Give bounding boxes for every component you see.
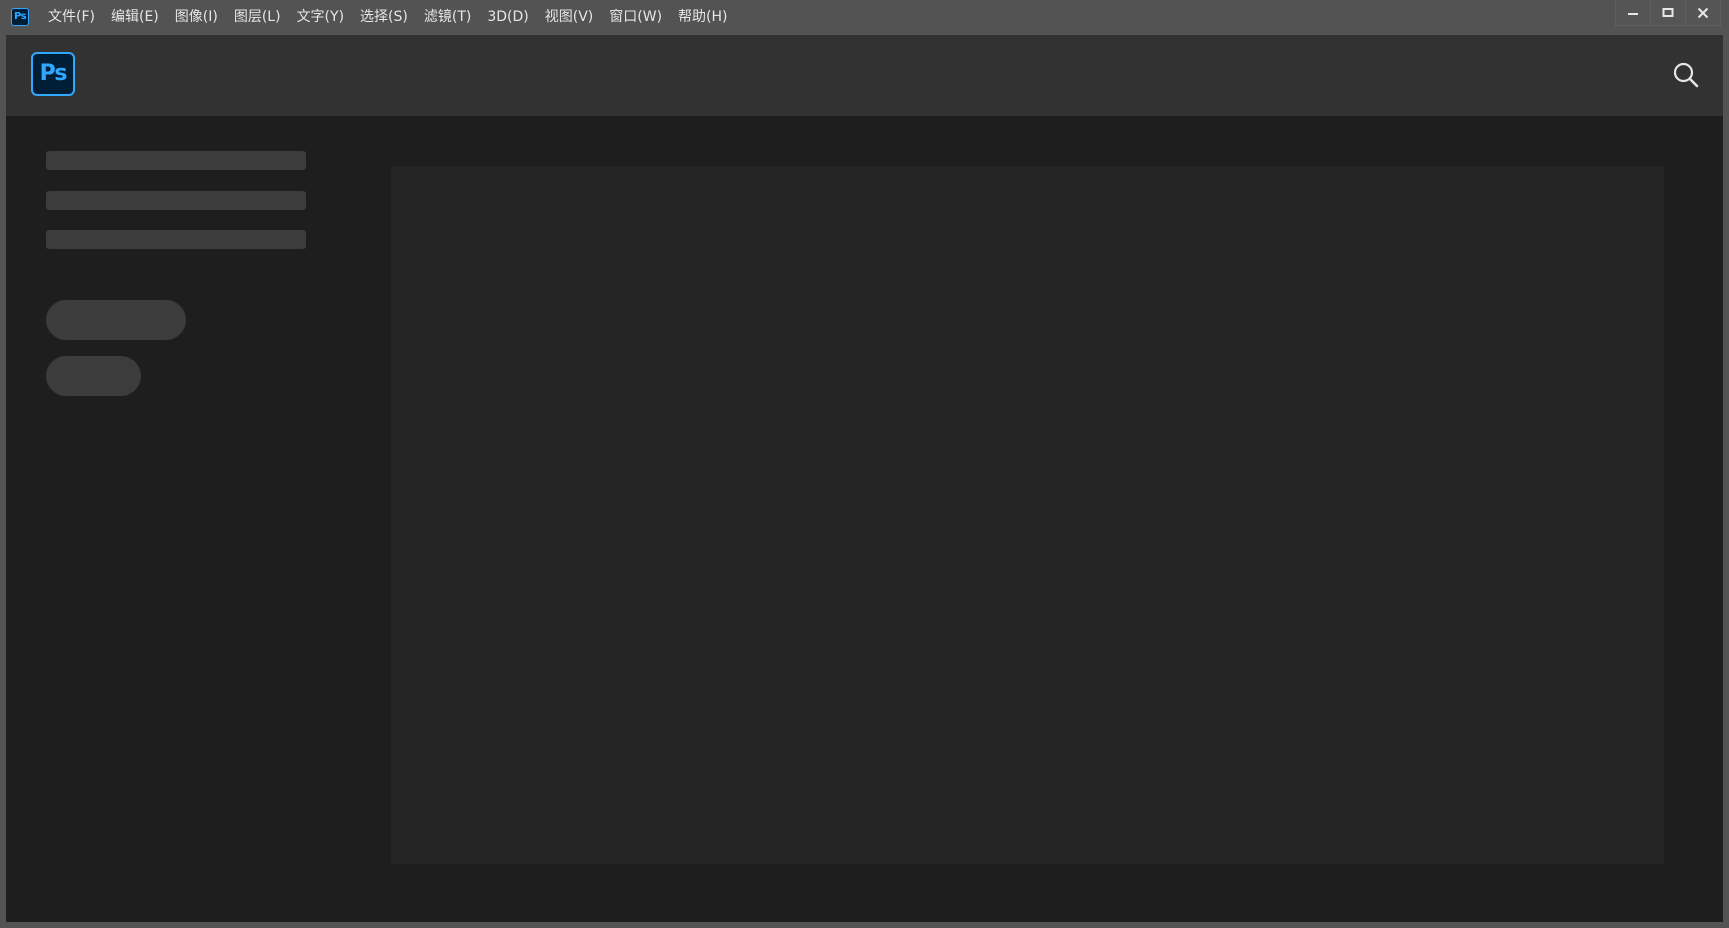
menu-type[interactable]: 文字(Y): [289, 0, 352, 35]
menu-image[interactable]: 图像(I): [167, 0, 226, 35]
menu-layer[interactable]: 图层(L): [226, 0, 289, 35]
window-bottom-border: [0, 922, 1729, 928]
window-controls: [1615, 0, 1721, 28]
menu-edit[interactable]: 编辑(E): [103, 0, 167, 35]
menu-view[interactable]: 视图(V): [537, 0, 602, 35]
sidebar-placeholder-line: [46, 191, 306, 210]
sidebar-placeholder-line: [46, 230, 306, 249]
menu-window[interactable]: 窗口(W): [601, 0, 670, 35]
app-icon[interactable]: Ps: [11, 8, 29, 26]
menu-3d[interactable]: 3D(D): [479, 0, 536, 35]
photoshop-logo[interactable]: Ps: [31, 52, 75, 96]
sidebar-placeholder-line: [46, 151, 306, 170]
maximize-icon: [1662, 7, 1674, 17]
menu-help[interactable]: 帮助(H): [670, 0, 735, 35]
menu-select[interactable]: 选择(S): [352, 0, 416, 35]
search-icon: [1673, 62, 1699, 88]
close-button[interactable]: [1685, 0, 1721, 26]
menu-bar: 文件(F) 编辑(E) 图像(I) 图层(L) 文字(Y) 选择(S) 滤镜(T…: [40, 0, 736, 35]
maximize-button[interactable]: [1650, 0, 1686, 26]
sidebar-placeholder-button: [46, 356, 141, 396]
title-bar: Ps 文件(F) 编辑(E) 图像(I) 图层(L) 文字(Y) 选择(S) 滤…: [0, 0, 1729, 35]
home-main: [6, 116, 1723, 922]
sidebar-loading: [6, 116, 386, 922]
home-header: Ps: [6, 35, 1723, 116]
minimize-icon: [1628, 12, 1638, 15]
close-icon: [1697, 7, 1709, 18]
minimize-button[interactable]: [1615, 0, 1651, 26]
sidebar-placeholder-button: [46, 300, 186, 340]
menu-filter[interactable]: 滤镜(T): [416, 0, 479, 35]
photoshop-window: Ps 文件(F) 编辑(E) 图像(I) 图层(L) 文字(Y) 选择(S) 滤…: [0, 0, 1729, 928]
menu-file[interactable]: 文件(F): [40, 0, 103, 35]
search-button[interactable]: [1671, 60, 1701, 90]
content-placeholder-panel: [391, 166, 1664, 864]
